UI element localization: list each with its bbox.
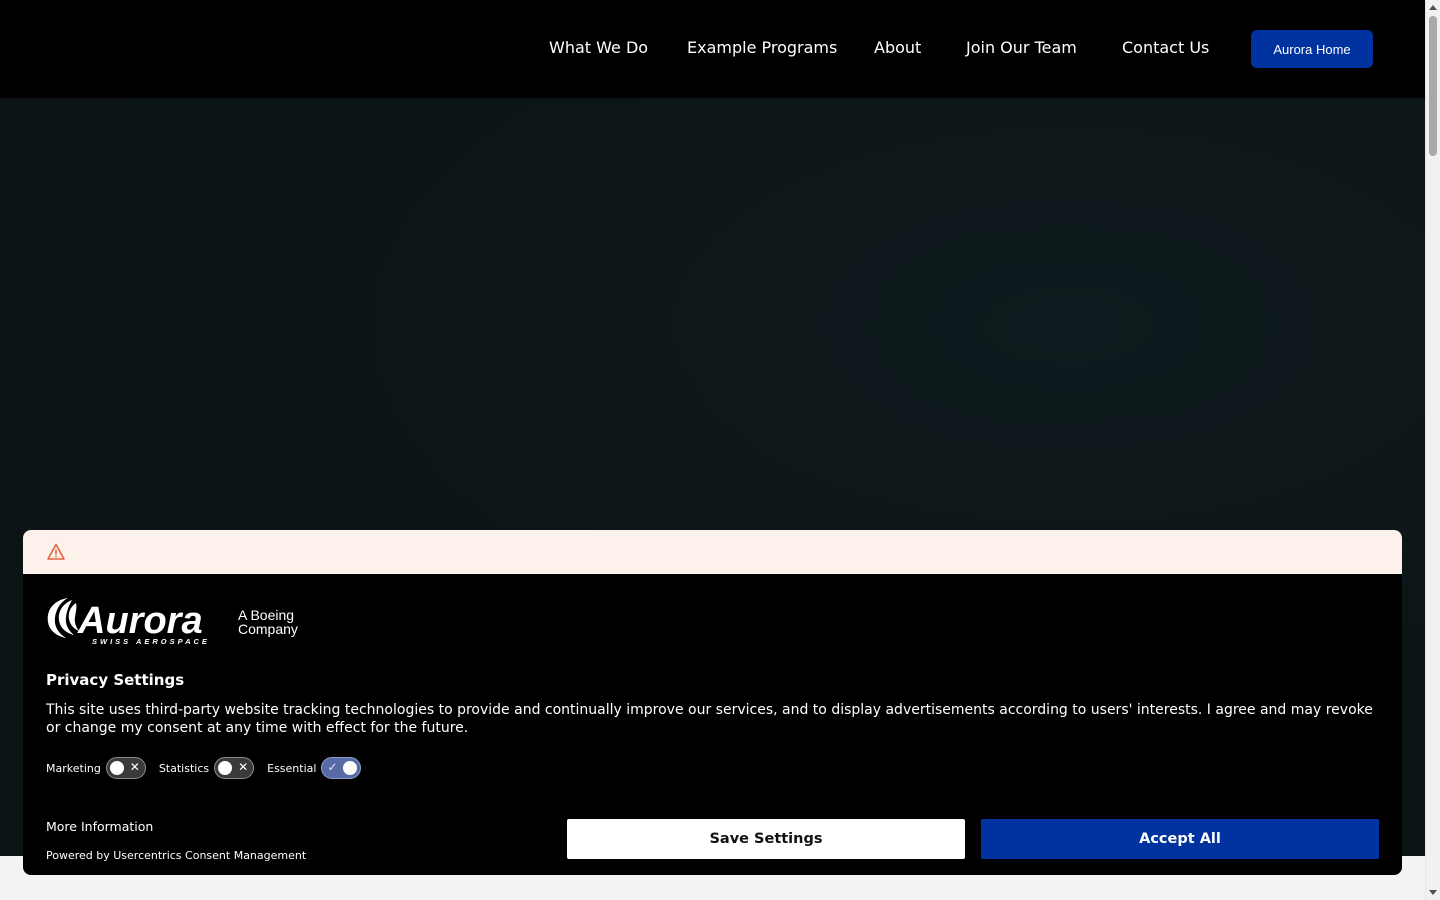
toggle-group-marketing: Marketing ✕	[46, 757, 146, 779]
svg-text:SWISS AEROSPACE: SWISS AEROSPACE	[92, 637, 210, 646]
site-header: What We Do Example Programs About Join O…	[0, 0, 1425, 98]
toggle-knob	[343, 760, 358, 775]
main-nav: What We Do Example Programs About Join O…	[0, 0, 1425, 98]
nav-about[interactable]: About	[874, 38, 921, 57]
warning-triangle-icon	[47, 543, 65, 560]
aurora-logo: Aurora SWISS AEROSPACE A Boeing Company	[46, 596, 298, 646]
consent-description: This site uses third-party website track…	[46, 702, 1373, 736]
nav-example-programs[interactable]: Example Programs	[687, 38, 837, 57]
marketing-toggle[interactable]: ✕	[105, 757, 146, 779]
browser-warning-bar: Your browser version needs an update for…	[23, 530, 1402, 574]
toggle-group-essential: Essential ✓	[267, 757, 362, 779]
powered-by-text: Powered by Usercentrics Consent Manageme…	[46, 849, 307, 862]
save-settings-button[interactable]: Save Settings	[567, 819, 965, 859]
check-icon: ✓	[327, 760, 338, 774]
more-information-link[interactable]: More Information	[46, 819, 153, 834]
toggle-label-essential: Essential	[267, 761, 317, 775]
aurora-home-button[interactable]: Aurora Home	[1251, 30, 1373, 68]
scroll-thumb[interactable]	[1429, 16, 1437, 156]
consent-title: Privacy Settings	[46, 671, 185, 689]
nav-join-our-team[interactable]: Join Our Team	[966, 38, 1077, 57]
aurora-logo-mark: Aurora SWISS AEROSPACE	[47, 598, 210, 646]
consent-toggles: Marketing ✕ Statistics ✕ Essential ✓	[46, 757, 374, 779]
toggle-group-statistics: Statistics ✕	[158, 757, 255, 779]
warning-text: Your browser version needs an update for…	[74, 544, 555, 560]
nav-what-we-do[interactable]: What We Do	[549, 38, 648, 57]
close-icon: ✕	[129, 760, 140, 774]
toggle-knob	[109, 760, 124, 775]
essential-toggle[interactable]: ✓	[321, 757, 362, 779]
accept-all-button[interactable]: Accept All	[981, 819, 1379, 859]
toggle-label-statistics: Statistics	[158, 761, 210, 775]
toggle-label-marketing: Marketing	[46, 761, 101, 775]
close-icon: ✕	[238, 760, 249, 774]
statistics-toggle[interactable]: ✕	[214, 757, 255, 779]
toggle-knob	[218, 760, 233, 775]
scroll-down-icon[interactable]	[1429, 890, 1437, 895]
scroll-up-icon[interactable]	[1429, 5, 1437, 10]
boeing-tagline: A Boeing Company	[238, 607, 298, 637]
consent-banner: Your browser version needs an update for…	[23, 530, 1402, 875]
svg-text:Aurora: Aurora	[77, 600, 203, 642]
nav-contact-us[interactable]: Contact Us	[1122, 38, 1209, 57]
page-scrollbar[interactable]	[1425, 0, 1440, 900]
